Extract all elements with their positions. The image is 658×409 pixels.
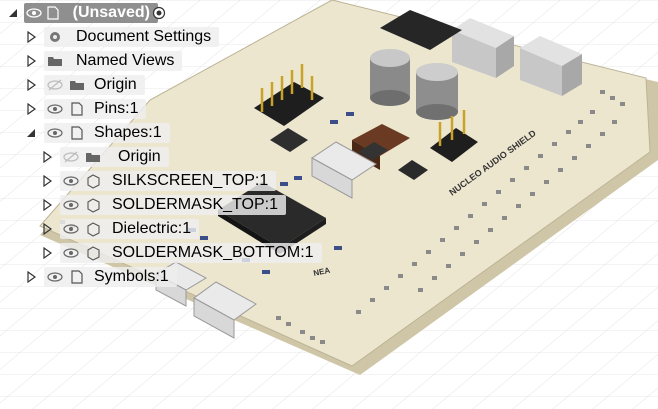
item-label: Named Views [76, 52, 175, 69]
capacitor-2 [416, 63, 458, 120]
browser-item-dielectric[interactable]: Dielectric:1 [60, 219, 200, 239]
eye-icon[interactable] [60, 171, 82, 191]
eye-icon[interactable] [44, 99, 66, 119]
browser-item-origin[interactable]: Origin [44, 75, 145, 95]
expand-arrow[interactable] [40, 150, 54, 164]
expand-arrow[interactable] [24, 30, 38, 44]
eye-icon[interactable] [24, 3, 43, 23]
item-label: Pins:1 [94, 100, 139, 117]
expand-arrow[interactable] [40, 246, 54, 260]
document-icon [43, 3, 62, 23]
component-icon [66, 123, 88, 143]
item-label: Document Settings [76, 28, 212, 45]
browser-item-document-settings[interactable]: Document Settings [44, 27, 220, 47]
body-icon [82, 243, 104, 263]
expand-arrow[interactable] [24, 54, 38, 68]
triangle-right-icon [43, 175, 53, 187]
item-label: SILKSCREEN_TOP:1 [112, 172, 269, 189]
browser-item-soldermask-bottom[interactable]: SOLDERMASK_BOTTOM:1 [60, 243, 322, 263]
body-icon [82, 171, 104, 191]
expand-arrow[interactable] [24, 102, 38, 116]
triangle-right-icon [43, 151, 53, 163]
root-label: (Unsaved) [72, 4, 150, 21]
item-label: Origin [94, 76, 137, 93]
eye-icon[interactable] [60, 219, 82, 239]
expand-arrow[interactable] [24, 78, 38, 92]
browser-item-pins[interactable]: Pins:1 [44, 99, 147, 119]
activate-radio-icon[interactable] [152, 6, 166, 20]
folder-icon [82, 147, 104, 167]
browser-item-soldermask-top[interactable]: SOLDERMASK_TOP:1 [60, 195, 286, 215]
folder-icon [66, 75, 88, 95]
triangle-right-icon [43, 223, 53, 235]
eye-hidden-icon[interactable] [60, 147, 82, 167]
expand-arrow[interactable] [40, 198, 54, 212]
browser-item-symbols[interactable]: Symbols:1 [44, 267, 177, 287]
eye-icon[interactable] [44, 123, 66, 143]
item-label: SOLDERMASK_TOP:1 [112, 196, 278, 213]
triangle-right-icon [27, 55, 37, 67]
triangle-down-icon [9, 9, 17, 17]
eye-icon[interactable] [60, 195, 82, 215]
component-icon [66, 99, 88, 119]
triangle-down-icon [27, 129, 35, 137]
item-label: Origin [118, 148, 161, 165]
triangle-right-icon [27, 79, 37, 91]
browser-item-shapes-origin[interactable]: Origin [60, 147, 169, 167]
capacitor-1 [370, 49, 410, 106]
item-label: Symbols:1 [94, 268, 169, 285]
triangle-right-icon [27, 103, 37, 115]
expand-arrow[interactable] [40, 222, 54, 236]
item-label: Dielectric:1 [112, 220, 192, 237]
folder-icon [44, 51, 66, 71]
triangle-right-icon [43, 247, 53, 259]
gear-icon [44, 27, 66, 47]
triangle-right-icon [27, 31, 37, 43]
browser-item-shapes[interactable]: Shapes:1 [44, 123, 170, 143]
browser-root-node[interactable]: (Unsaved) [24, 3, 158, 23]
collapse-arrow[interactable] [24, 126, 38, 140]
triangle-right-icon [43, 199, 53, 211]
eye-icon[interactable] [60, 243, 82, 263]
expand-arrow[interactable] [40, 174, 54, 188]
triangle-right-icon [27, 271, 37, 283]
eye-icon[interactable] [44, 267, 66, 287]
collapse-arrow-root[interactable] [6, 6, 20, 20]
item-label: Shapes:1 [94, 124, 162, 141]
browser-item-named-views[interactable]: Named Views [44, 51, 183, 71]
eye-hidden-icon[interactable] [44, 75, 66, 95]
body-icon [82, 195, 104, 215]
browser-item-silkscreen-top[interactable]: SILKSCREEN_TOP:1 [60, 171, 277, 191]
item-label: SOLDERMASK_BOTTOM:1 [112, 244, 314, 261]
body-icon [82, 219, 104, 239]
expand-arrow[interactable] [24, 270, 38, 284]
component-icon [66, 267, 88, 287]
